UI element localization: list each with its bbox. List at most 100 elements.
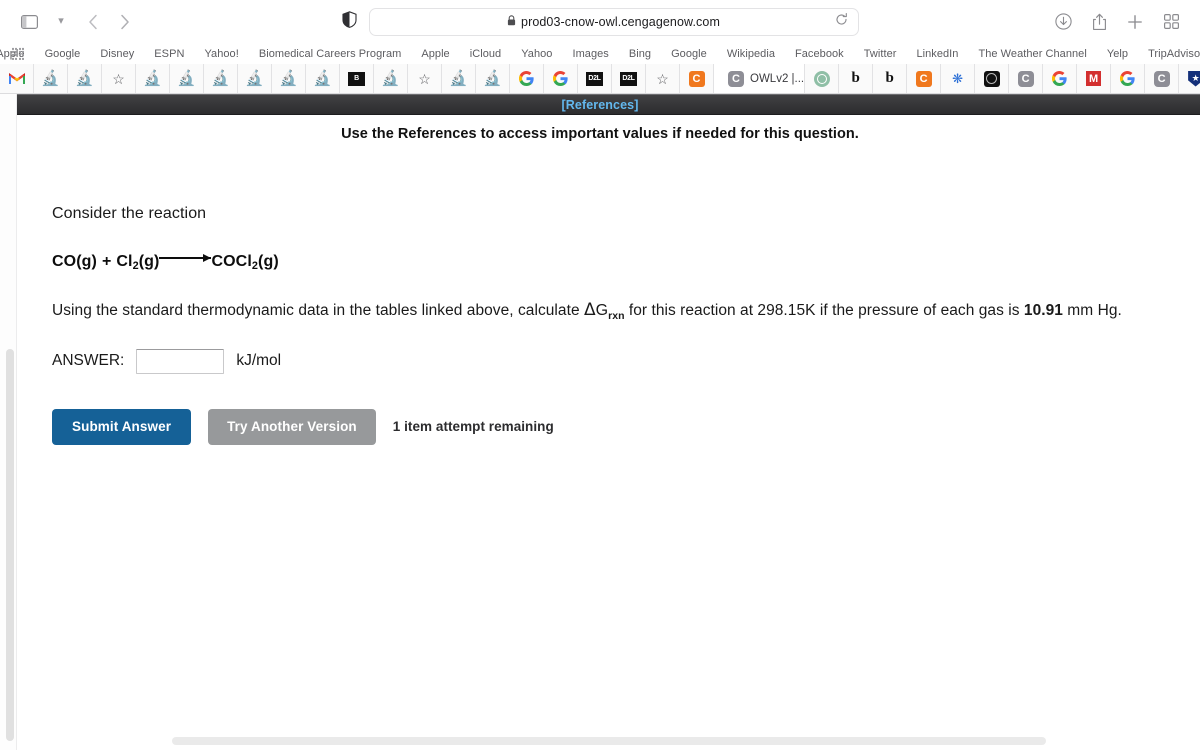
- toolbar-left-group: ▾: [14, 9, 140, 35]
- tab-cengage-orange[interactable]: C: [680, 64, 714, 93]
- flask-icon: 🔬: [245, 70, 264, 87]
- bookmark-icloud[interactable]: iCloud: [460, 47, 512, 61]
- tab-mail-red[interactable]: M: [1077, 64, 1112, 93]
- bookmark-facebook[interactable]: Facebook: [785, 47, 854, 61]
- bookmark-espn[interactable]: ESPN: [144, 47, 194, 61]
- tab-dark-circle[interactable]: [975, 64, 1010, 93]
- bookmark-linkedin[interactable]: LinkedIn: [906, 47, 968, 61]
- bookmark-twitter[interactable]: Twitter: [854, 47, 907, 61]
- bookmark-yahoo[interactable]: Yahoo: [511, 47, 562, 61]
- bookmarks-bar: Apple Google Disney ESPN Yahoo! Biomedic…: [0, 43, 1200, 64]
- privacy-shield-icon[interactable]: [341, 10, 357, 33]
- download-icon[interactable]: [1048, 9, 1078, 35]
- bookmark-google-1[interactable]: Google: [35, 47, 91, 61]
- url-hostname: prod03-cnow-owl.cengagenow.com: [521, 14, 720, 29]
- forward-arrow-icon[interactable]: [110, 9, 140, 35]
- tab-gray-c-2[interactable]: C: [1145, 64, 1180, 93]
- horizontal-scrollbar[interactable]: [172, 737, 1046, 745]
- bookmark-images[interactable]: Images: [562, 47, 618, 61]
- d2l-icon: D2L: [620, 71, 637, 86]
- tab-google-1[interactable]: [510, 64, 544, 93]
- tab-gray-c-1[interactable]: C: [1009, 64, 1044, 93]
- tab-d2l-1[interactable]: D2L: [578, 64, 612, 93]
- equation-reactant-2: Cl2(g): [116, 253, 160, 273]
- bookmark-tripadvisor[interactable]: TripAdvisor: [1138, 47, 1200, 61]
- flask-icon: 🔬: [41, 70, 60, 87]
- bookmark-google-2[interactable]: Google: [661, 47, 717, 61]
- bookmark-the-weather-channel[interactable]: The Weather Channel: [968, 47, 1096, 61]
- references-link[interactable]: [References]: [562, 98, 639, 112]
- tab-google-3[interactable]: [1043, 64, 1078, 93]
- tab-gmail[interactable]: [0, 64, 34, 93]
- action-button-row: Submit Answer Try Another Version 1 item…: [52, 408, 1200, 445]
- bookmark-biomedical-careers-program[interactable]: Biomedical Careers Program: [249, 47, 412, 61]
- bookmark-yelp[interactable]: Yelp: [1097, 47, 1138, 61]
- tab-chatgpt-1[interactable]: [805, 64, 840, 93]
- bold-b-icon: b: [885, 70, 894, 86]
- equation-product: COCl2(g): [211, 253, 278, 272]
- url-text-group: prod03-cnow-owl.cengagenow.com: [507, 15, 720, 29]
- tab-flask-5[interactable]: 🔬: [204, 64, 238, 93]
- tab-flask-4[interactable]: 🔬: [170, 64, 204, 93]
- try-another-version-button[interactable]: Try Another Version: [208, 408, 376, 445]
- reaction-arrow-icon: [159, 250, 212, 266]
- tab-star-1[interactable]: ☆: [102, 64, 136, 93]
- tab-sparkle[interactable]: ❋: [941, 64, 976, 93]
- bookmark-wikipedia[interactable]: Wikipedia: [717, 47, 785, 61]
- sparkle-icon: ❋: [952, 71, 964, 86]
- sidebar-dropdown-icon[interactable]: ▾: [46, 9, 76, 35]
- tab-bold-b-2[interactable]: b: [873, 64, 908, 93]
- tab-flask-11[interactable]: 🔬: [476, 64, 510, 93]
- tab-flask-10[interactable]: 🔬: [442, 64, 476, 93]
- tab-flask-6[interactable]: 🔬: [238, 64, 272, 93]
- bookmark-apple-2[interactable]: Apple: [411, 47, 459, 61]
- answer-units-label: kJ/mol: [236, 352, 282, 370]
- tab-star-3[interactable]: ☆: [646, 64, 680, 93]
- tab-bold-b-1[interactable]: b: [839, 64, 874, 93]
- equation-cl-state: (g): [138, 253, 160, 270]
- tab-flask-1[interactable]: 🔬: [34, 64, 68, 93]
- tab-blackboard[interactable]: B: [340, 64, 374, 93]
- google-icon: [1119, 70, 1136, 87]
- consider-the-reaction-text: Consider the reaction: [52, 205, 207, 222]
- flask-icon: 🔬: [211, 70, 230, 87]
- equation-cocl: COCl: [211, 253, 252, 270]
- sidebar-toggle-icon[interactable]: [14, 9, 44, 35]
- bookmark-disney[interactable]: Disney: [90, 47, 144, 61]
- tab-shield-star-1[interactable]: ★: [1179, 64, 1200, 93]
- tab-flask-8[interactable]: 🔬: [306, 64, 340, 93]
- active-tab-owlv2[interactable]: C OWLv2 |...: [714, 64, 806, 93]
- tab-star-2[interactable]: ☆: [408, 64, 442, 93]
- tab-flask-2[interactable]: 🔬: [68, 64, 102, 93]
- google-icon: [1051, 70, 1068, 87]
- apps-grid-icon[interactable]: [12, 47, 25, 60]
- equation-cl-subscript: 2: [132, 260, 139, 273]
- submit-answer-button[interactable]: Submit Answer: [52, 408, 192, 445]
- back-arrow-icon[interactable]: [78, 9, 108, 35]
- reload-icon[interactable]: [835, 12, 848, 31]
- flask-icon: 🔬: [313, 70, 332, 87]
- cengage-icon: C: [728, 70, 744, 87]
- tab-cengage-orange-2[interactable]: C: [907, 64, 942, 93]
- gibbs-g-symbol: G: [595, 302, 609, 319]
- flask-icon: 🔬: [449, 70, 468, 87]
- plus-icon[interactable]: [1120, 9, 1150, 35]
- bookmark-yahoo-excl[interactable]: Yahoo!: [194, 47, 248, 61]
- tab-d2l-2[interactable]: D2L: [612, 64, 646, 93]
- tab-google-4[interactable]: [1111, 64, 1146, 93]
- answer-input[interactable]: [136, 348, 225, 374]
- url-bar[interactable]: prod03-cnow-owl.cengagenow.com: [368, 7, 859, 36]
- equation-cl: Cl: [116, 253, 133, 270]
- browser-chrome: ▾ prod03-cnow-owl.cengagenow.com Google …: [0, 0, 1200, 94]
- tab-flask-9[interactable]: 🔬: [374, 64, 408, 93]
- star-icon: ☆: [656, 70, 669, 87]
- tab-flask-3[interactable]: 🔬: [136, 64, 170, 93]
- google-icon: [552, 70, 569, 87]
- tab-flask-7[interactable]: 🔬: [272, 64, 306, 93]
- share-icon[interactable]: [1084, 9, 1114, 35]
- tab-overview-icon[interactable]: [1156, 9, 1186, 35]
- vertical-scrollbar[interactable]: [6, 349, 14, 741]
- bookmark-bing[interactable]: Bing: [619, 47, 661, 61]
- tab-google-2[interactable]: [544, 64, 578, 93]
- dark-circle-icon: [983, 70, 1000, 87]
